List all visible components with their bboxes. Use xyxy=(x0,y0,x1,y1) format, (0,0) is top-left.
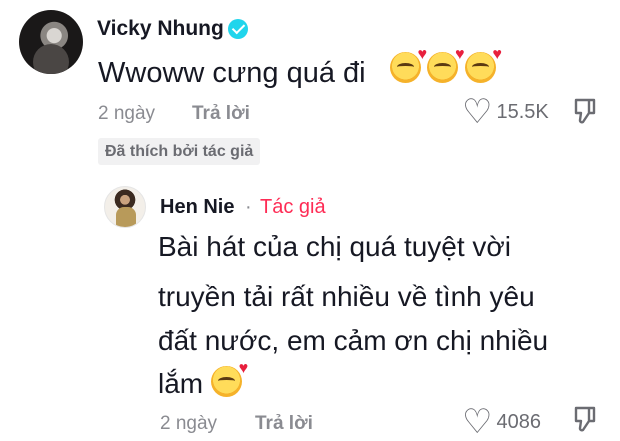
reply-timestamp: 2 ngày xyxy=(160,413,218,434)
emoji-group xyxy=(388,46,502,84)
comment-text: Wwoww cưng quá đi xyxy=(98,57,366,89)
comment-timestamp: 2 ngày xyxy=(98,103,156,124)
heart-icon: ♡ xyxy=(462,93,493,131)
dislike-icon[interactable] xyxy=(573,97,597,125)
heart-icon: ♡ xyxy=(462,403,493,441)
reply-text-line: Bài hát của chị quá tuyệt vời xyxy=(158,231,512,262)
reply-button[interactable]: Trả lời xyxy=(192,103,250,125)
reply-text-line: đất nước, em cảm ơn chị nhiều xyxy=(158,325,549,356)
like-count: 15.5K xyxy=(496,100,549,123)
dislike-icon[interactable] xyxy=(573,405,597,433)
reply-text-last-word: lắm xyxy=(158,368,204,399)
avatar[interactable] xyxy=(104,186,146,228)
reply-username[interactable]: Hen Nie xyxy=(160,196,234,219)
author-tag: Tác giả xyxy=(260,196,326,218)
liked-by-author-badge: Đã thích bởi tác giả xyxy=(98,138,261,165)
smiling-face-with-hearts-icon xyxy=(427,46,464,83)
avatar[interactable] xyxy=(19,10,83,74)
smiling-face-with-hearts-icon xyxy=(390,46,427,83)
reply-text-line: truyền tải rất nhiều về tình yêu xyxy=(158,281,535,312)
comment-username[interactable]: Vicky Nhung xyxy=(97,17,224,41)
like-button[interactable]: ♡ 4086 xyxy=(462,405,541,439)
author-separator: · xyxy=(245,196,252,218)
reply-text-line-last: lắm xyxy=(158,360,248,400)
like-count: 4086 xyxy=(496,410,541,433)
reply-button[interactable]: Trả lời xyxy=(255,413,313,435)
like-button[interactable]: ♡ 15.5K xyxy=(462,95,549,129)
smiling-face-with-hearts-icon xyxy=(464,46,502,83)
verified-badge-icon xyxy=(228,19,248,39)
smiling-face-with-hearts-icon xyxy=(211,360,248,397)
